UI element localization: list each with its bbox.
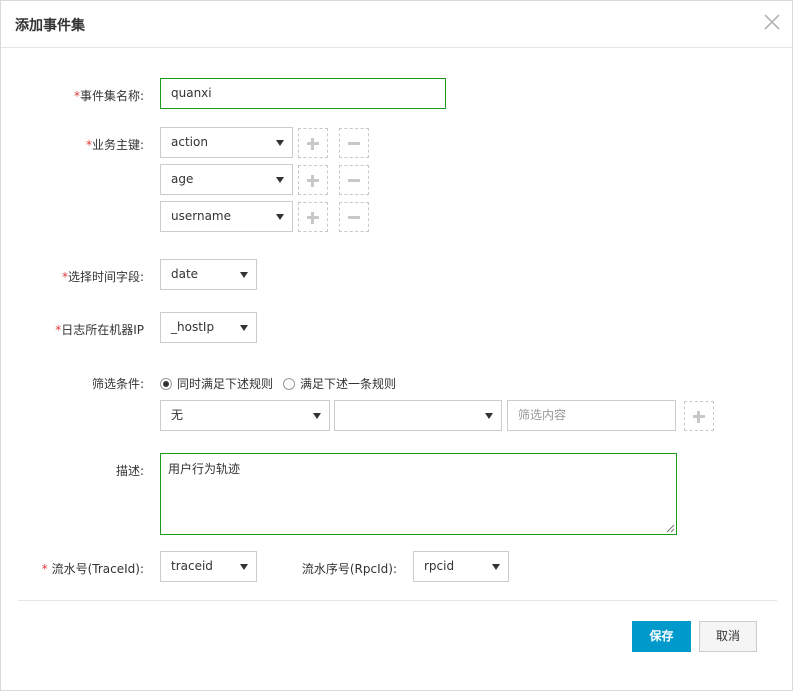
business-key-select[interactable]: username (160, 201, 293, 232)
event-set-name-label: *事件集名称: (73, 89, 144, 103)
time-field-select[interactable]: date (160, 259, 257, 290)
caret-down-icon (240, 272, 248, 278)
add-event-set-dialog: 添加事件集 *事件集名称: quanxi *业务主键: action age u… (0, 0, 793, 691)
description-label: 描述: (115, 464, 144, 478)
business-key-select[interactable]: action (160, 127, 293, 158)
caret-down-icon (313, 413, 321, 419)
event-set-name-input[interactable]: quanxi (160, 78, 446, 109)
add-business-key-button[interactable] (298, 128, 328, 158)
filter-match-any-radio[interactable]: 满足下述一条规则 (283, 375, 396, 392)
dialog-header: 添加事件集 (1, 1, 792, 48)
caret-down-icon (492, 564, 500, 570)
description-textarea[interactable]: 用户行为轨迹 (160, 453, 677, 535)
minus-icon (348, 179, 360, 182)
save-button[interactable]: 保存 (632, 621, 691, 652)
minus-icon (348, 216, 360, 219)
caret-down-icon (485, 413, 493, 419)
caret-down-icon (276, 214, 284, 220)
business-key-select[interactable]: age (160, 164, 293, 195)
add-business-key-button[interactable] (298, 202, 328, 232)
minus-icon (348, 142, 360, 145)
filter-field-select[interactable]: 无 (160, 400, 330, 431)
remove-business-key-button[interactable] (339, 128, 369, 158)
caret-down-icon (276, 140, 284, 146)
resize-grip-icon[interactable] (666, 524, 675, 533)
filter-content-input[interactable]: 筛选内容 (507, 400, 676, 431)
dialog-title: 添加事件集 (15, 18, 85, 34)
radio-unselected-icon (283, 377, 295, 390)
filter-label: 筛选条件: (91, 377, 144, 391)
add-filter-button[interactable] (684, 401, 714, 431)
rpc-id-label: 流水序号(RpcId): (301, 562, 397, 576)
close-icon[interactable] (761, 11, 783, 33)
caret-down-icon (276, 177, 284, 183)
trace-id-select[interactable]: traceid (160, 551, 257, 582)
business-key-label: *业务主键: (85, 138, 144, 152)
caret-down-icon (240, 564, 248, 570)
remove-business-key-button[interactable] (339, 202, 369, 232)
cancel-button[interactable]: 取消 (699, 621, 757, 652)
footer-divider (18, 600, 777, 601)
trace-id-label: * 流水号(TraceId): (41, 562, 144, 576)
rpc-id-select[interactable]: rpcid (413, 551, 509, 582)
filter-match-all-radio[interactable]: 同时满足下述规则 (160, 375, 273, 392)
log-machine-ip-select[interactable]: _hostIp (160, 312, 257, 343)
filter-operator-select[interactable] (334, 400, 502, 431)
log-machine-ip-label: *日志所在机器IP (55, 323, 144, 337)
radio-selected-icon (160, 377, 172, 390)
time-field-label: *选择时间字段: (61, 270, 144, 284)
remove-business-key-button[interactable] (339, 165, 369, 195)
add-business-key-button[interactable] (298, 165, 328, 195)
caret-down-icon (240, 325, 248, 331)
